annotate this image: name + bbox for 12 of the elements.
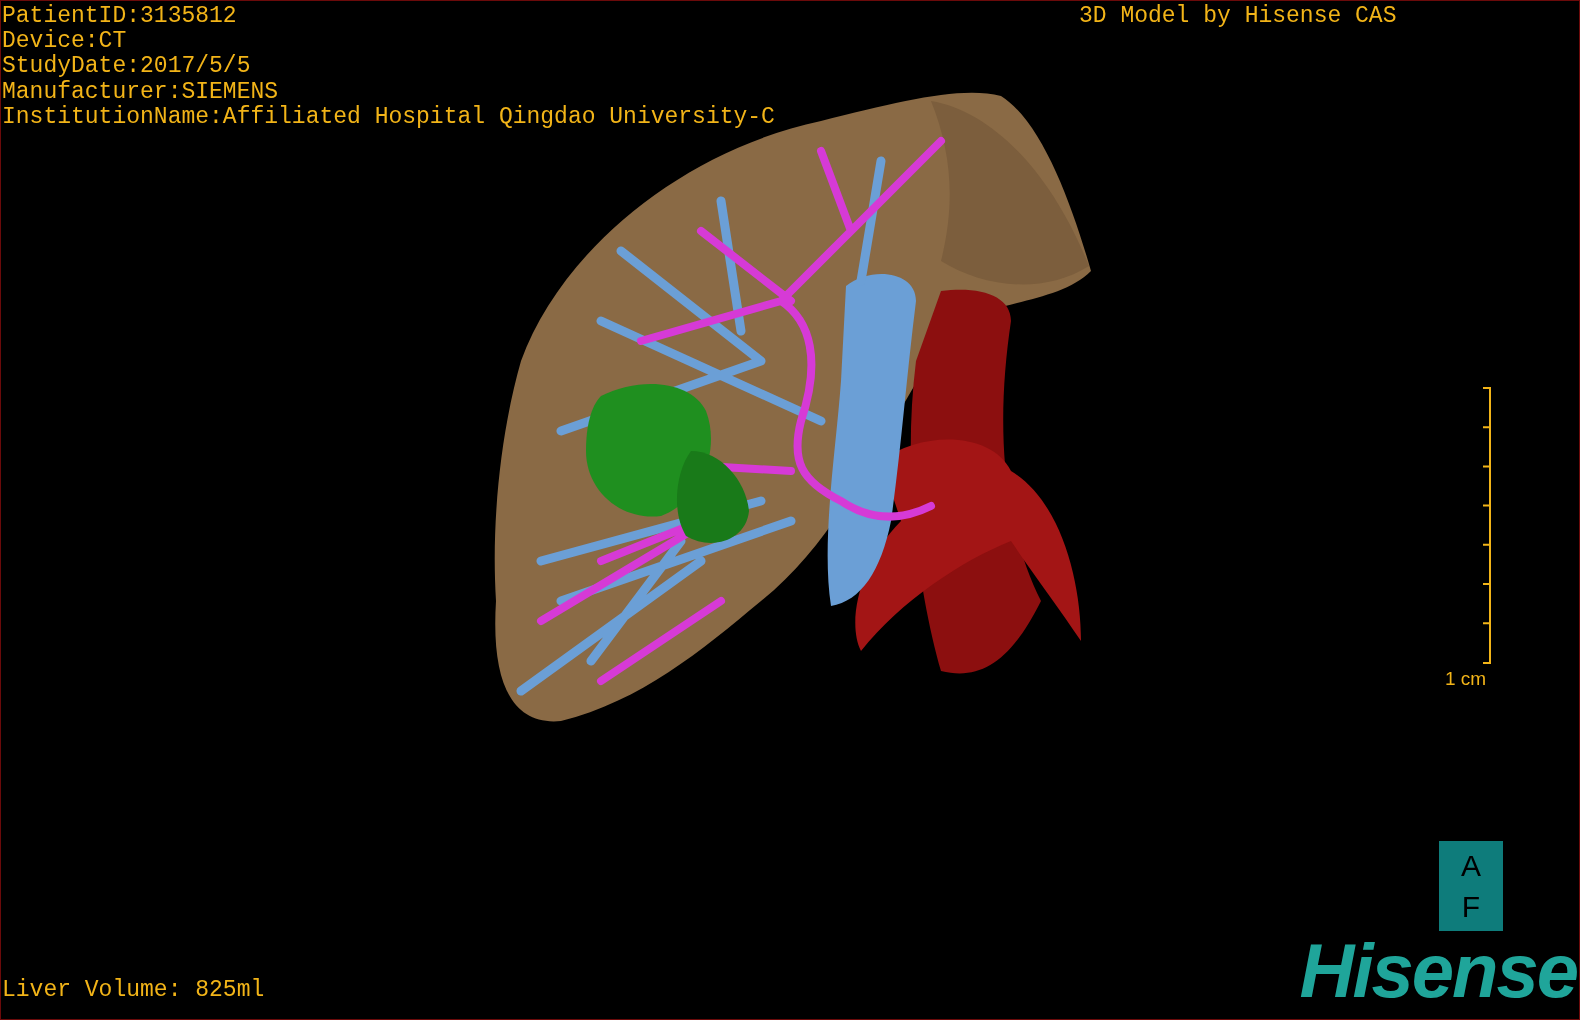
patient-info-text: StudyDate:2017/5/5 — [2, 54, 251, 80]
patient-info-text: PatientID:3135812 — [2, 4, 237, 29]
patient-info-text: Device:CT — [2, 29, 127, 55]
orientation-label: A — [1461, 849, 1481, 882]
brand-logo: Hisense — [1299, 931, 1577, 1011]
orientation-label: F — [1461, 890, 1481, 923]
scale-label: 1 cm — [1445, 667, 1487, 691]
patient-info-text: InstitutionName:Affiliated Hospital Qingdao University-C — [2, 104, 775, 130]
liver-volume-text: Liver Volume: 825ml — [2, 978, 265, 1003]
patient-info-text: Manufacturer:SIEMENS — [2, 79, 279, 105]
model-title: 3D Model by Hisense CAS — [1079, 4, 1397, 29]
orientation-cube[interactable]: A F — [1439, 841, 1503, 931]
